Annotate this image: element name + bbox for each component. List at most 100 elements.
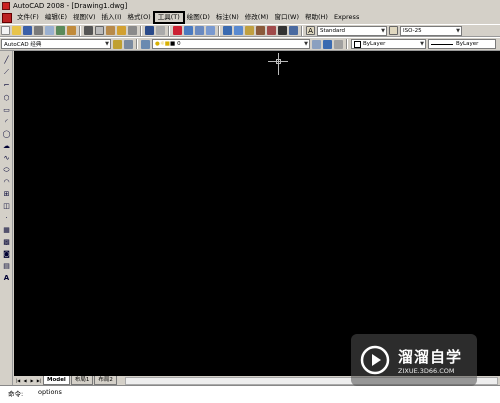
next-tab-button[interactable]: ▶: [29, 378, 35, 384]
quickcalc-icon[interactable]: [278, 26, 287, 35]
sheet-set-icon[interactable]: [256, 26, 265, 35]
chevron-down-icon[interactable]: ▼: [105, 41, 109, 47]
menu-view[interactable]: 视图(V): [70, 12, 99, 23]
make-block-icon[interactable]: ◫: [2, 202, 11, 211]
hatch-icon[interactable]: ▦: [2, 226, 11, 235]
drawing-canvas[interactable]: [14, 51, 500, 376]
first-tab-button[interactable]: |◀: [15, 378, 21, 384]
multiline-text-icon[interactable]: A: [2, 274, 11, 283]
plot-preview-icon[interactable]: [45, 26, 54, 35]
properties-icon[interactable]: [223, 26, 232, 35]
menu-format[interactable]: 格式(O): [125, 12, 154, 23]
publish-icon[interactable]: [56, 26, 65, 35]
gradient-icon[interactable]: ▩: [2, 238, 11, 247]
color-select[interactable]: ByLayer ▼: [351, 39, 426, 49]
circle-icon[interactable]: ◯: [2, 130, 11, 139]
ellipse-arc-icon[interactable]: ◠: [2, 178, 11, 187]
last-tab-button[interactable]: ▶|: [36, 378, 42, 384]
paste-icon[interactable]: [106, 26, 115, 35]
ellipse-icon[interactable]: ⬭: [2, 166, 11, 175]
text-style-value: Standard: [320, 27, 346, 34]
tab-layout1[interactable]: 布局1: [70, 376, 94, 385]
3dwf-icon[interactable]: [67, 26, 76, 35]
tab-model[interactable]: Model: [43, 376, 70, 385]
watermark-text: 溜溜自学 ZIXUE.3D66.COM: [390, 346, 462, 375]
menu-insert[interactable]: 插入(I): [99, 12, 125, 23]
print-icon[interactable]: [34, 26, 43, 35]
layers-toolbar: AutoCAD 经典 ▼ ● ☼ ■ ■ 0 ▼ ByLayer ▼ ByLay…: [0, 37, 500, 51]
menu-express[interactable]: Express: [331, 12, 362, 23]
region-icon[interactable]: ◙: [2, 250, 11, 259]
pan-icon[interactable]: [173, 26, 182, 35]
workspace-settings-icon[interactable]: [113, 39, 122, 49]
zoom-window-icon[interactable]: [195, 26, 204, 35]
crosshair-cursor-icon: [278, 53, 279, 75]
menu-dimension[interactable]: 标注(N): [213, 12, 242, 23]
make-current-layer-icon[interactable]: [312, 39, 321, 49]
layer-previous-icon[interactable]: [323, 39, 332, 49]
zoom-previous-icon[interactable]: [206, 26, 215, 35]
rectangle-icon[interactable]: ▭: [2, 106, 11, 115]
title-bar: AutoCAD 2008 - [Drawing1.dwg]: [0, 0, 500, 11]
menu-window[interactable]: 窗口(W): [271, 12, 302, 23]
autocad-app-icon: [2, 1, 10, 10]
text-style-icon[interactable]: A: [306, 26, 315, 35]
command-input[interactable]: options: [38, 388, 62, 396]
copy-icon[interactable]: [95, 26, 104, 35]
menu-modify[interactable]: 修改(M): [242, 12, 272, 23]
command-line[interactable]: 命令: options: [0, 385, 500, 403]
revision-cloud-icon[interactable]: ☁: [2, 142, 11, 151]
toolbar-separator: [346, 39, 348, 49]
help-icon[interactable]: [289, 26, 298, 35]
pickbox-icon: [276, 59, 281, 64]
markup-icon[interactable]: [267, 26, 276, 35]
tab-layout2[interactable]: 布局2: [94, 376, 117, 385]
design-center-icon[interactable]: [234, 26, 243, 35]
polyline-icon[interactable]: ⌐: [2, 81, 11, 90]
chevron-down-icon[interactable]: ▼: [381, 28, 385, 34]
menu-edit[interactable]: 编辑(E): [42, 12, 70, 23]
save-icon[interactable]: [23, 26, 32, 35]
autocad-menu-icon[interactable]: [2, 12, 12, 23]
layer-states-icon[interactable]: [334, 39, 343, 49]
dim-style-icon[interactable]: [389, 26, 398, 35]
workspace-save-icon[interactable]: [124, 39, 133, 49]
menu-tools[interactable]: 工具(T): [152, 11, 185, 24]
menu-file[interactable]: 文件(F): [14, 12, 42, 23]
layer-value: 0: [177, 41, 181, 47]
arc-icon[interactable]: ◜: [2, 118, 11, 127]
chevron-down-icon[interactable]: ▼: [456, 28, 460, 34]
table-icon[interactable]: ▤: [2, 262, 11, 271]
polygon-icon[interactable]: ⬡: [2, 94, 11, 103]
menu-help[interactable]: 帮助(H): [302, 12, 331, 23]
workspace-select[interactable]: AutoCAD 经典 ▼: [1, 39, 111, 49]
undo-icon[interactable]: [145, 26, 154, 35]
construction-line-icon[interactable]: ⟋: [2, 68, 11, 77]
chevron-down-icon[interactable]: ▼: [420, 41, 424, 47]
zoom-realtime-icon[interactable]: [184, 26, 193, 35]
cut-icon[interactable]: [84, 26, 93, 35]
standard-toolbar: A Standard ▼ ISO-25 ▼: [0, 24, 500, 37]
play-logo-icon: [360, 345, 390, 375]
block-editor-icon[interactable]: [128, 26, 137, 35]
match-properties-icon[interactable]: [117, 26, 126, 35]
open-folder-icon[interactable]: [12, 26, 21, 35]
new-file-icon[interactable]: [1, 26, 10, 35]
layer-properties-icon[interactable]: [141, 39, 150, 49]
dim-style-value: ISO-25: [403, 27, 422, 34]
linetype-select[interactable]: ByLayer: [428, 39, 496, 49]
watermark-title: 溜溜自学: [398, 347, 463, 366]
window-title: AutoCAD 2008 - [Drawing1.dwg]: [13, 1, 128, 10]
dim-style-select[interactable]: ISO-25 ▼: [400, 25, 462, 36]
chevron-down-icon[interactable]: ▼: [304, 41, 308, 47]
line-icon[interactable]: ╱: [2, 56, 11, 65]
spline-icon[interactable]: ∿: [2, 154, 11, 163]
prev-tab-button[interactable]: ◀: [22, 378, 28, 384]
text-style-select[interactable]: Standard ▼: [317, 25, 387, 36]
insert-block-icon[interactable]: ⊞: [2, 190, 11, 199]
redo-icon[interactable]: [156, 26, 165, 35]
tool-palettes-icon[interactable]: [245, 26, 254, 35]
point-icon[interactable]: ·: [2, 214, 11, 223]
layer-select[interactable]: ● ☼ ■ ■ 0 ▼: [152, 39, 310, 49]
menu-draw[interactable]: 绘图(D): [184, 12, 213, 23]
